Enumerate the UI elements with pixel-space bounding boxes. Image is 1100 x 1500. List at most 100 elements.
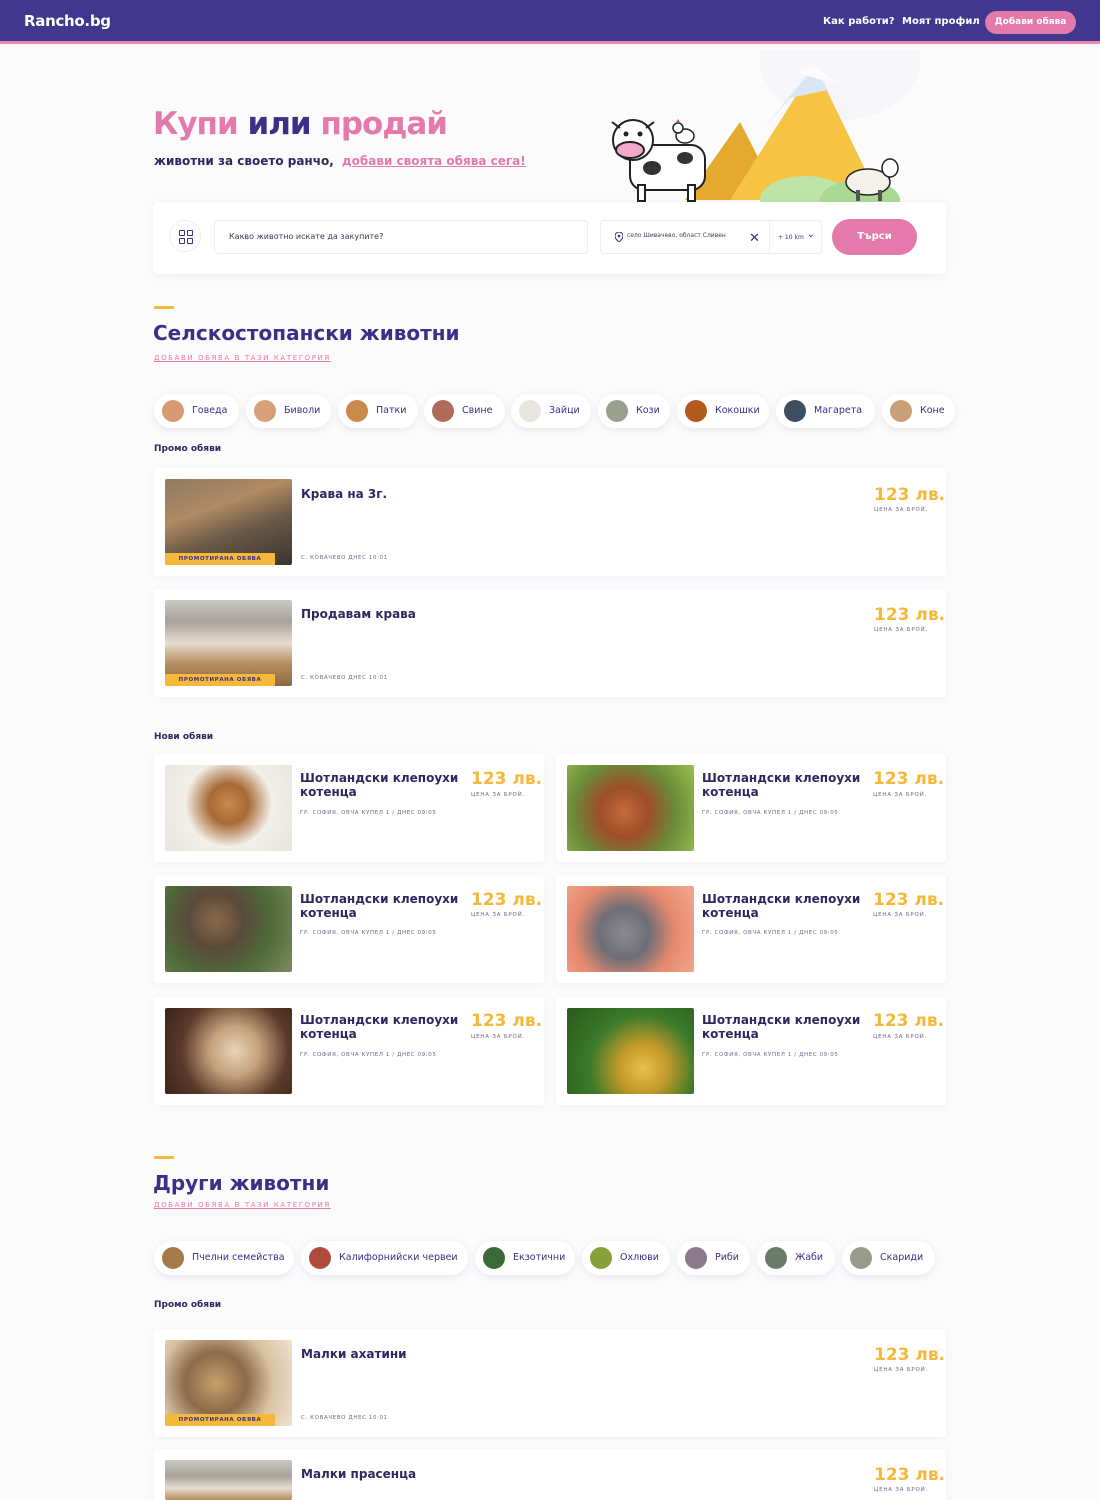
listing-card[interactable]: Малки прасенца 123 лв. ЦЕНА ЗА БРОЙ. (154, 1449, 946, 1500)
category-chip-frogs[interactable]: Жаби (757, 1241, 835, 1275)
listing-photo: ПРОМОТИРАНА ОБЯВА (165, 479, 292, 565)
radius-value: + 10 km (778, 234, 804, 241)
chip-label: Кози (636, 405, 660, 416)
listing-price: 123 лв. (874, 485, 946, 505)
category-chip-horses[interactable]: Коне (882, 394, 955, 428)
listing-card[interactable]: Шотландски клепоухи котенца ГР. СОФИЯ, О… (556, 997, 946, 1105)
shrimp-icon (850, 1247, 872, 1269)
grid-icon-cell (179, 238, 185, 244)
listing-price-unit: ЦЕНА ЗА БРОЙ. (873, 1034, 928, 1040)
listing-card[interactable]: Шотландски клепоухи котенца ГР. СОФИЯ, О… (556, 754, 946, 862)
listing-card[interactable]: ПРОМОТИРАНА ОБЯВА Малки ахатини С. КОВАЧ… (154, 1329, 946, 1437)
chip-label: Зайци (549, 405, 580, 416)
duck-icon (346, 400, 368, 422)
category-chip-pigs[interactable]: Свине (424, 394, 505, 428)
listing-card[interactable]: Шотландски клепоухи котенца ГР. СОФИЯ, О… (154, 754, 544, 862)
category-chip-chickens[interactable]: Кокошки (677, 394, 769, 428)
chip-label: Патки (376, 405, 407, 416)
category-chip-rabbits[interactable]: Зайци (511, 394, 591, 428)
hero-title-or: или (247, 106, 311, 142)
search-placeholder: Какво животно искате да закупите? (229, 232, 384, 241)
category-chip-fish[interactable]: Риби (677, 1241, 750, 1275)
search-button[interactable]: Търси (832, 219, 917, 255)
farm-add-listing-link[interactable]: ДОБАВИ ОБЯВА В ТАЗИ КАТЕГОРИЯ (154, 354, 331, 362)
new-listings-label: Нови обяви (154, 732, 214, 742)
listing-photo (165, 765, 292, 851)
donkey-icon (784, 400, 806, 422)
listing-price-unit: ЦЕНА ЗА БРОЙ. (874, 507, 929, 513)
listing-price: 123 лв. (874, 1345, 946, 1365)
listing-price: 123 лв. (471, 769, 543, 789)
listing-card[interactable]: ПРОМОТИРАНА ОБЯВА Крава на 3г. С. КОВАЧЕ… (154, 468, 946, 576)
snail-icon (590, 1247, 612, 1269)
hero-subtitle-text: животни за своето ранчо, (154, 154, 334, 168)
location-input[interactable]: село Шивачево, област Сливен ✕ + 10 km ⌄ (600, 220, 822, 254)
nav-my-profile[interactable]: Моят профил (902, 16, 980, 27)
listing-title: Шотландски клепоухи котенца (300, 1013, 459, 1041)
category-chip-shrimps[interactable]: Скариди (842, 1241, 935, 1275)
nav-how-it-works[interactable]: Как работи? (823, 16, 895, 27)
listing-photo (567, 765, 694, 851)
promoted-badge: ПРОМОТИРАНА ОБЯВА (165, 1414, 275, 1426)
category-chip-worms[interactable]: Калифорнийски червеи (301, 1241, 468, 1275)
chip-label: Биволи (284, 405, 321, 416)
chip-label: Жаби (795, 1252, 824, 1263)
category-chip-exotic[interactable]: Екзотични (475, 1241, 575, 1275)
goat-icon (606, 400, 628, 422)
listing-card[interactable]: Шотландски клепоухи котенца ГР. СОФИЯ, О… (154, 997, 544, 1105)
listing-title: Крава на 3г. (301, 487, 388, 501)
worm-icon (309, 1247, 331, 1269)
category-chip-snails[interactable]: Охлюви (582, 1241, 670, 1275)
listing-card[interactable]: Шотландски клепоухи котенца ГР. СОФИЯ, О… (154, 875, 544, 983)
section-accent (154, 1156, 174, 1159)
listing-meta: С. КОВАЧЕВО ДНЕС 10:01 (301, 675, 388, 681)
radius-select[interactable]: + 10 km ⌄ (769, 221, 821, 253)
clear-location-icon[interactable]: ✕ (749, 231, 760, 246)
hero-add-listing-link[interactable]: добави своята обява сега! (342, 154, 526, 168)
chip-label: Свине (462, 405, 493, 416)
listing-title: Малки прасенца (301, 1467, 417, 1481)
listing-title: Шотландски клепоухи котенца (702, 892, 861, 920)
category-chip-goats[interactable]: Кози (598, 394, 670, 428)
frog-icon (765, 1247, 787, 1269)
listing-price: 123 лв. (471, 890, 543, 910)
listing-price-unit: ЦЕНА ЗА БРОЙ. (471, 1034, 526, 1040)
fish-icon (685, 1247, 707, 1269)
category-chip-cattle[interactable]: Говеда (154, 394, 239, 428)
listing-title: Шотландски клепоухи котенца (300, 771, 459, 799)
farm-illustration (611, 50, 920, 205)
chip-label: Скариди (880, 1252, 924, 1263)
site-logo[interactable]: Rancho.bg (24, 12, 111, 30)
listing-meta: ГР. СОФИЯ, ОВЧА КУПЕЛ 1 / ДНЕС 09:05 (300, 930, 437, 936)
animal-search-input[interactable]: Какво животно искате да закупите? (214, 220, 588, 254)
other-add-listing-link[interactable]: ДОБАВИ ОБЯВА В ТАЗИ КАТЕГОРИЯ (154, 1201, 331, 1209)
location-pin-icon (615, 232, 623, 242)
listing-price-unit: ЦЕНА ЗА БРОЙ. (471, 792, 526, 798)
listing-meta: ГР. СОФИЯ, ОВЧА КУПЕЛ 1 / ДНЕС 09:05 (300, 1052, 437, 1058)
listing-title: Шотландски клепоухи котенца (300, 892, 459, 920)
search-bar: Какво животно искате да закупите? село Ш… (153, 202, 946, 274)
category-chip-buffalo[interactable]: Биволи (246, 394, 331, 428)
listing-photo (567, 886, 694, 972)
listing-title: Продавам крава (301, 607, 416, 621)
chicken-icon (672, 119, 695, 144)
pig-icon (432, 400, 454, 422)
add-listing-button[interactable]: Добави обява (985, 11, 1076, 34)
listing-photo (165, 886, 292, 972)
category-chip-bees[interactable]: Пчелни семейства (154, 1241, 294, 1275)
listing-price-unit: ЦЕНА ЗА БРОЙ. (471, 912, 526, 918)
listing-title: Шотландски клепоухи котенца (702, 771, 861, 799)
listing-photo (165, 1008, 292, 1094)
category-chip-ducks[interactable]: Патки (338, 394, 418, 428)
chip-label: Охлюви (620, 1252, 659, 1263)
category-chip-donkeys[interactable]: Магарета (776, 394, 875, 428)
listing-price: 123 лв. (874, 605, 946, 625)
top-navbar: Rancho.bg Как работи? Моят профил Добави… (0, 0, 1100, 44)
chip-label: Говеда (192, 405, 228, 416)
listing-photo (165, 1460, 292, 1500)
listing-photo: ПРОМОТИРАНА ОБЯВА (165, 1340, 292, 1426)
listing-price-unit: ЦЕНА ЗА БРОЙ. (873, 792, 928, 798)
listing-card[interactable]: ПРОМОТИРАНА ОБЯВА Продавам крава С. КОВА… (154, 589, 946, 697)
listing-card[interactable]: Шотландски клепоухи котенца ГР. СОФИЯ, О… (556, 875, 946, 983)
categories-grid-button[interactable] (169, 220, 201, 252)
